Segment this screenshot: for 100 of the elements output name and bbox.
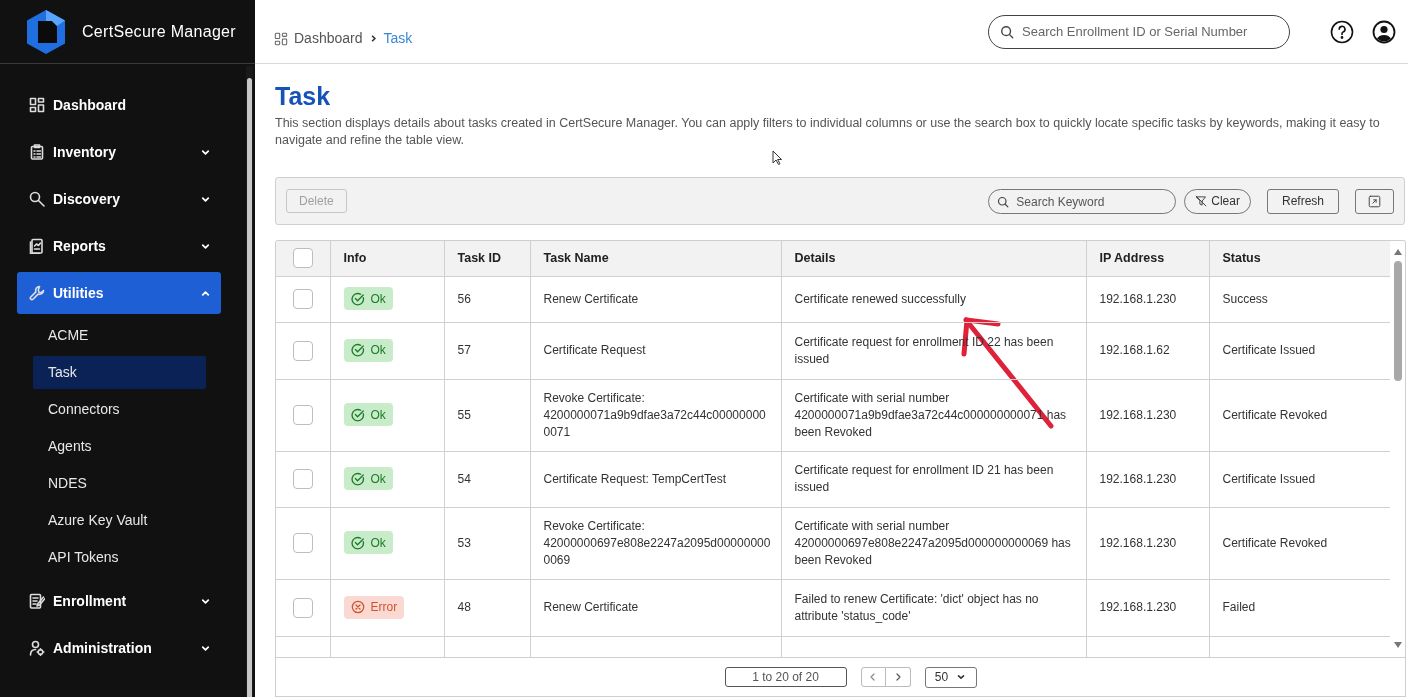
table-cell: Certificate Issued bbox=[1222, 471, 1316, 486]
status-badge: Ok bbox=[343, 338, 393, 362]
checkbox[interactable] bbox=[292, 533, 313, 553]
scrollbar-thumb[interactable] bbox=[1394, 261, 1402, 381]
previous-page-button[interactable] bbox=[860, 667, 886, 687]
expand-icon bbox=[1368, 194, 1381, 208]
scrollbar[interactable] bbox=[246, 66, 253, 697]
search-icon bbox=[997, 195, 1010, 208]
table-cell: Renew Certificate bbox=[543, 291, 639, 306]
checkbox[interactable] bbox=[292, 597, 313, 618]
dashboard-icon bbox=[274, 31, 288, 46]
check-circle-icon bbox=[350, 535, 365, 550]
magnifier-icon bbox=[29, 191, 45, 207]
status-badge: Error bbox=[343, 595, 405, 619]
nav-item[interactable]: Utilities bbox=[17, 272, 221, 314]
user-avatar-icon bbox=[1372, 19, 1396, 44]
column-header: Status bbox=[1222, 250, 1261, 265]
table-cell: 192.168.1.230 bbox=[1099, 600, 1177, 614]
table-cell: Revoke Certificate: 4200000071a9b9dfae3a72c44c000000000071 bbox=[543, 390, 766, 439]
table-cell: Renew Certificate bbox=[543, 600, 639, 614]
table-cell: Certificate Revoked bbox=[1222, 535, 1328, 550]
status-badge: Ok bbox=[343, 287, 393, 311]
status-badge: Ok bbox=[343, 403, 393, 427]
status-badge: Ok bbox=[343, 531, 393, 555]
search-field[interactable]: Search Keyword bbox=[988, 189, 1177, 214]
submenu-item[interactable]: ACME bbox=[33, 319, 206, 352]
report-document-icon bbox=[29, 238, 45, 254]
check-circle-icon bbox=[350, 471, 365, 486]
nav-item[interactable]: Enrollment bbox=[17, 580, 221, 622]
table-cell: Failed to renew Certificate: 'dict' object has no attribute 'status_code' bbox=[794, 591, 1039, 623]
checkbox[interactable] bbox=[292, 248, 313, 269]
page-range-field: 1 to 20 of 20 bbox=[724, 667, 847, 687]
table-cell: 56 bbox=[457, 291, 471, 306]
scroll-up-icon bbox=[1393, 248, 1403, 256]
table-cell: 48 bbox=[457, 600, 471, 614]
checkbox[interactable] bbox=[292, 289, 313, 309]
chevron-down-icon bbox=[956, 672, 967, 682]
user-gear-icon bbox=[29, 640, 45, 656]
submenu-item[interactable]: Connectors bbox=[33, 393, 206, 426]
cursor-icon bbox=[772, 150, 783, 165]
wrench-icon bbox=[29, 285, 45, 301]
page-description: This section displays details about tasks created in CertSecure Manager. You can apply filters to individual columns or use the search box to quickly locate specific tasks by keywords, making it easy to navigate and refine the table view. bbox=[275, 115, 1381, 149]
scrollbar-thumb[interactable] bbox=[247, 78, 252, 697]
filter-off-icon bbox=[1195, 195, 1208, 207]
check-circle-icon bbox=[350, 291, 365, 306]
table-cell: Revoke Certificate: 42000000697e808e2247a2095d000000000069 bbox=[543, 518, 771, 567]
column-header: IP Address bbox=[1099, 250, 1165, 265]
table-cell: 192.168.1.230 bbox=[1099, 291, 1177, 306]
checkbox[interactable] bbox=[292, 405, 313, 425]
column-header: Details bbox=[794, 250, 836, 265]
submenu-item[interactable]: NDES bbox=[33, 467, 206, 500]
nav-item[interactable]: Inventory bbox=[17, 131, 221, 173]
page-size-select[interactable]: 50 bbox=[924, 666, 977, 688]
column-header: Task ID bbox=[457, 250, 502, 265]
nav-item[interactable]: Dashboard bbox=[17, 84, 221, 126]
refresh-button[interactable]: Refresh bbox=[1266, 188, 1339, 214]
checkbox[interactable] bbox=[292, 340, 313, 361]
submenu-item[interactable]: API Tokens bbox=[33, 541, 206, 574]
nav-item[interactable]: Discovery bbox=[17, 178, 221, 220]
nav-item[interactable]: Reports bbox=[17, 225, 221, 267]
breadcrumb-link[interactable]: Dashboard bbox=[294, 28, 363, 49]
account-button[interactable] bbox=[1372, 19, 1396, 44]
check-circle-icon bbox=[350, 407, 365, 422]
table-cell: Success bbox=[1222, 291, 1268, 306]
search-field[interactable]: Search Enrollment ID or Serial Number bbox=[988, 14, 1290, 49]
clipboard-list-icon bbox=[29, 144, 45, 160]
scrollbar[interactable] bbox=[1390, 241, 1405, 657]
status-badge: Ok bbox=[343, 467, 393, 491]
table-cell: 192.168.1.230 bbox=[1099, 407, 1177, 422]
next-page-button[interactable] bbox=[885, 667, 911, 687]
dashboard-icon bbox=[29, 97, 45, 113]
submenu-item[interactable]: Azure Key Vault bbox=[33, 504, 206, 537]
checkbox[interactable] bbox=[292, 469, 313, 489]
table-cell: 55 bbox=[457, 407, 471, 422]
search-icon bbox=[1000, 24, 1014, 39]
nav-item[interactable]: Administration bbox=[17, 627, 221, 669]
column-header: Task Name bbox=[543, 250, 609, 265]
submenu-item[interactable]: Task bbox=[33, 356, 206, 389]
brand-name: CertSecure Manager bbox=[82, 21, 236, 42]
submenu-item[interactable]: Agents bbox=[33, 430, 206, 463]
table-cell: Certificate request for enrollment ID 21 has been issued bbox=[794, 463, 1054, 494]
table-cell: Certificate Request bbox=[543, 343, 646, 357]
table-cell: Certificate renewed successfully bbox=[794, 291, 966, 306]
page-title: Task bbox=[275, 81, 332, 112]
table-cell: Certificate with serial number 42000000697e808e2247a2095d000000000069 has been Revoked bbox=[794, 518, 1071, 567]
help-icon bbox=[1330, 19, 1354, 44]
help-button[interactable] bbox=[1330, 19, 1354, 44]
table-cell: 54 bbox=[457, 471, 471, 486]
table-cell: 192.168.1.230 bbox=[1099, 535, 1177, 550]
scroll-down-icon bbox=[1393, 641, 1403, 649]
x-circle-icon bbox=[350, 600, 365, 615]
table-cell: Certificate Request: TempCertTest bbox=[543, 471, 727, 486]
table-cell: 192.168.1.230 bbox=[1099, 471, 1177, 486]
table-cell: 53 bbox=[457, 535, 471, 550]
table-cell: 57 bbox=[457, 343, 471, 357]
column-header: Info bbox=[343, 250, 367, 265]
edit-document-icon bbox=[29, 593, 45, 609]
table-cell: Certificate Issued bbox=[1222, 343, 1316, 357]
expand-button[interactable] bbox=[1355, 188, 1394, 214]
table-cell: Failed bbox=[1222, 600, 1256, 614]
